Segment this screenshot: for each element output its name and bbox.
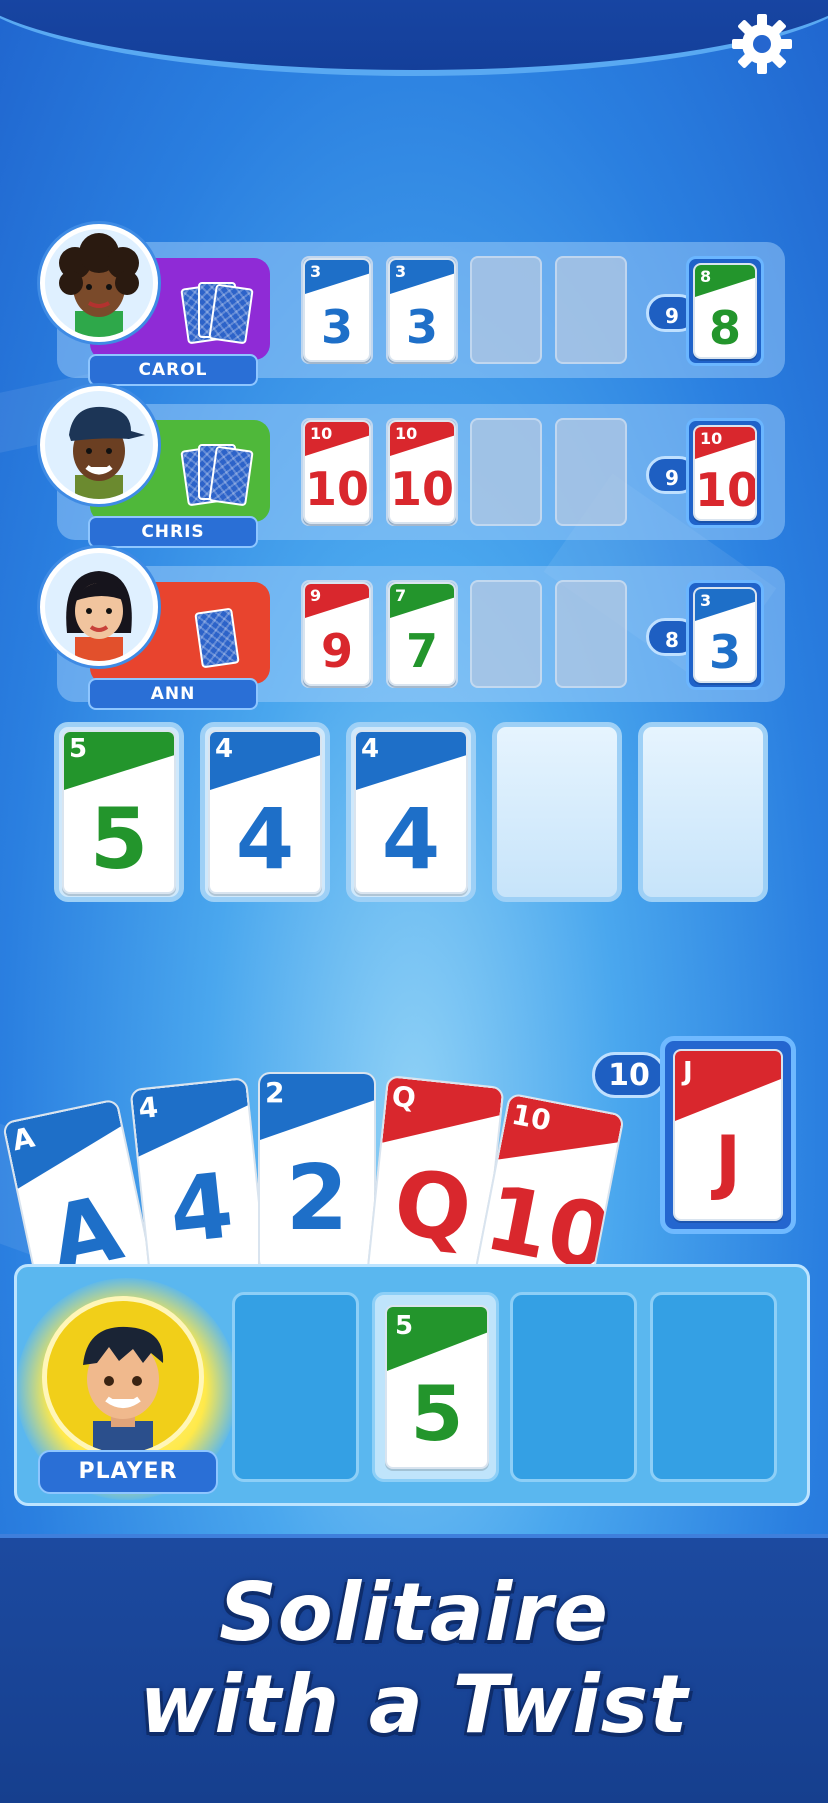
card-value: 10 [695,463,757,517]
card-index: 7 [395,586,407,605]
opponent-slot [555,580,627,688]
card-value: 4 [381,790,441,888]
card-index: Q [390,1079,418,1115]
opponent-hand-icon [180,282,254,345]
card-value: Q [389,1150,477,1264]
opponent-avatar [40,386,158,504]
card-index: 10 [700,429,723,448]
card-value: A [40,1175,131,1264]
card-value: 3 [405,300,438,354]
card-value: 10 [477,1165,621,1264]
card-index: J [683,1057,693,1087]
card-index: 8 [700,267,712,286]
center-pile-empty[interactable] [638,722,768,902]
opponent-slot [470,418,542,526]
opponent-deck-top-card[interactable]: 33 [693,587,757,683]
opponent-avatar [40,224,158,342]
opponent-slot [555,418,627,526]
opponent-slot-card[interactable]: 10 10 [388,420,456,524]
card-value: 8 [708,301,741,355]
opponent-avatar [40,548,158,666]
card-index: 3 [310,262,322,281]
draw-pile[interactable]: J J [660,1036,796,1234]
card-value: 4 [235,790,295,888]
opponent-name-tag: CHRIS [88,516,258,548]
hand-card[interactable]: 44 [129,1076,268,1264]
card-value: 10 [305,462,370,516]
opponent-name-tag: ANN [88,678,258,710]
opponent-slot-card[interactable]: 10 10 [303,420,371,524]
player-hand: A A 4 4 2 2 Q Q 10 10 [0,1040,660,1264]
player-slot-empty[interactable] [232,1292,359,1482]
opponent-slot [555,256,627,364]
card-index: 10 [509,1097,554,1138]
opponent-deck-top-card[interactable]: 10 10 [693,425,757,521]
player-slot-card[interactable]: 5 5 [385,1305,489,1469]
opponent-hand-icon [180,444,254,507]
opponent-hand-icon [184,607,254,669]
card-index: 2 [265,1076,285,1109]
player-slot-empty[interactable] [650,1292,777,1482]
card-value: 5 [89,790,149,888]
opponent-slot-card[interactable]: 77 [388,582,456,686]
card-index: 4 [136,1090,160,1126]
player-avatar [42,1296,204,1458]
card-index: 10 [395,424,418,443]
opponent-slot-card[interactable]: 33 [303,258,371,362]
card-value: 4 [164,1153,238,1264]
player-slot[interactable]: 5 5 [372,1292,499,1482]
card-value: 2 [285,1146,349,1251]
settings-button[interactable] [730,12,794,76]
card-index: 4 [215,734,234,764]
player-slot-empty[interactable] [510,1292,637,1482]
draw-pile-top-card[interactable]: J J [673,1049,783,1221]
card-value: 9 [320,624,353,678]
opponent-slot [470,580,542,688]
center-pile-empty[interactable] [492,722,622,902]
opponent-slot-card[interactable]: 99 [303,582,371,686]
tagline-line-1: Solitaire [219,1566,609,1659]
opponent-slot-card[interactable]: 33 [388,258,456,362]
card-index: 10 [310,424,333,443]
card-index: 5 [395,1311,414,1341]
hand-card[interactable]: 22 [258,1072,376,1264]
center-pile-card[interactable]: 44 [354,730,468,894]
player-name-tag: PLAYER [38,1450,218,1494]
opponent-slot [470,256,542,364]
gear-icon [732,14,792,74]
center-pile-card[interactable]: 44 [208,730,322,894]
card-value: 7 [405,624,438,678]
center-pile-card[interactable]: 55 [62,730,176,894]
card-value: 3 [708,625,741,679]
card-index: 9 [310,586,322,605]
opponent-deck-top-card[interactable]: 88 [693,263,757,359]
card-value: 5 [410,1369,464,1458]
card-index: 5 [69,734,88,764]
card-index: 3 [395,262,407,281]
card-value: 10 [390,462,455,516]
card-value: J [714,1121,742,1203]
card-index: 4 [361,734,380,764]
opponent-name-tag: CAROL [88,354,258,386]
tagline-line-2: with a Twist [139,1658,689,1751]
top-header-arc [0,0,828,76]
card-value: 3 [320,300,353,354]
card-index: 3 [700,591,712,610]
